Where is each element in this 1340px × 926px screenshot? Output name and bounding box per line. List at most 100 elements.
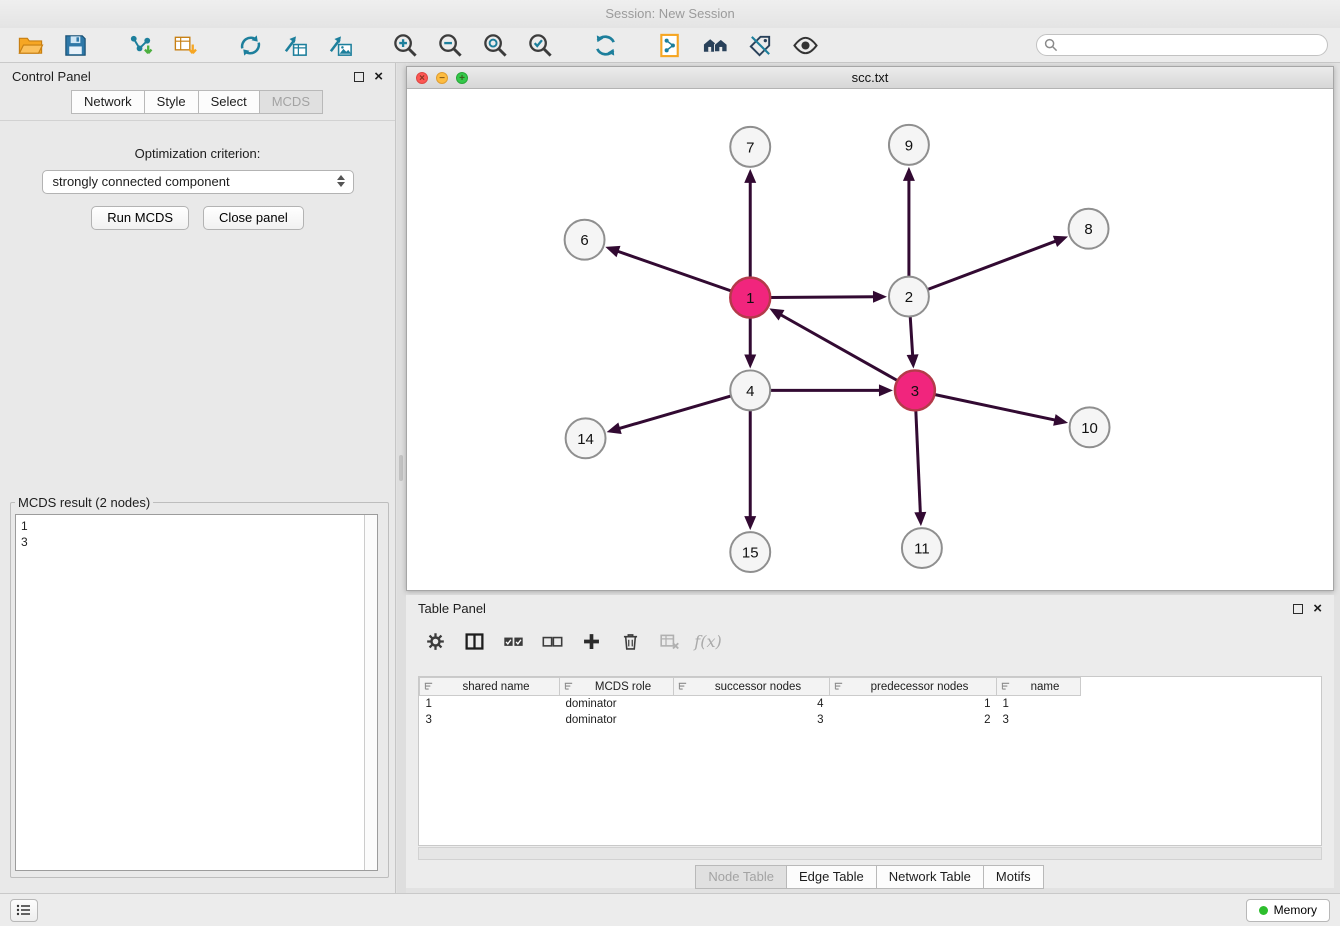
tab-node-table[interactable]: Node Table [695, 865, 787, 889]
graph-node-7[interactable]: 7 [730, 127, 770, 167]
window-controls [416, 72, 468, 84]
graph-node-14[interactable]: 14 [566, 418, 606, 458]
refresh-view-button[interactable] [587, 30, 623, 61]
export-image-button[interactable] [322, 30, 358, 61]
table-delete-icon [659, 631, 680, 652]
node-label: 6 [580, 232, 588, 249]
graph-node-4[interactable]: 4 [730, 370, 770, 410]
task-history-button[interactable] [10, 899, 38, 922]
table-cell[interactable]: 3 [420, 712, 560, 728]
import-table-button[interactable] [167, 30, 203, 61]
table-cell[interactable]: 1 [997, 696, 1081, 712]
tab-style[interactable]: Style [144, 90, 199, 114]
graph-edge-4-14[interactable] [618, 396, 731, 429]
search-input[interactable] [1036, 34, 1328, 56]
graph-node-11[interactable]: 11 [902, 528, 942, 568]
graph-edge-2-8[interactable] [928, 241, 1057, 290]
table-cell[interactable]: 1 [830, 696, 997, 712]
result-item[interactable]: 3 [21, 534, 359, 550]
graph-node-3[interactable]: 3 [895, 370, 935, 410]
tab-motifs[interactable]: Motifs [983, 865, 1044, 889]
table-row[interactable]: 3dominator323 [420, 712, 1081, 728]
import-network-button[interactable] [122, 30, 158, 61]
graph-node-10[interactable]: 10 [1070, 407, 1110, 447]
uncheck-all-icon [542, 631, 563, 652]
graph-edge-1-2[interactable] [770, 297, 875, 298]
close-window-button[interactable] [416, 72, 428, 84]
table-hscrollbar[interactable] [418, 847, 1322, 860]
main-toolbar [0, 28, 1340, 63]
show-hide-button[interactable] [787, 30, 823, 61]
minimize-window-button[interactable] [436, 72, 448, 84]
optimization-select-value: strongly connected component [53, 174, 230, 189]
column-options-icon [833, 681, 844, 692]
result-item[interactable]: 1 [21, 518, 359, 534]
graphics-details-button[interactable] [742, 30, 778, 61]
table-cell[interactable]: 3 [674, 712, 830, 728]
tab-edge-table[interactable]: Edge Table [786, 865, 877, 889]
graph-node-2[interactable]: 2 [889, 277, 929, 317]
graph-node-9[interactable]: 9 [889, 125, 929, 165]
tab-select[interactable]: Select [198, 90, 260, 114]
zoom-fit-button[interactable] [477, 30, 513, 61]
column-header-shared-name[interactable]: shared name [420, 678, 560, 696]
network-canvas[interactable]: 7 9 6 8 1 2 4 3 14 10 15 11 [407, 89, 1333, 590]
float-table-panel-icon[interactable] [1293, 604, 1303, 614]
table-cell[interactable]: 3 [997, 712, 1081, 728]
network-window-titlebar[interactable]: scc.txt [407, 67, 1333, 89]
zoom-out-button[interactable] [432, 30, 468, 61]
show-columns-button[interactable] [459, 627, 489, 655]
graph-node-6[interactable]: 6 [565, 220, 605, 260]
result-scrollbar[interactable] [364, 515, 377, 870]
column-header-name[interactable]: name [997, 678, 1081, 696]
tab-mcds[interactable]: MCDS [259, 90, 323, 114]
close-control-panel-icon[interactable] [374, 72, 383, 82]
add-row-button[interactable] [576, 627, 606, 655]
tab-network[interactable]: Network [71, 90, 145, 114]
tab-network-table[interactable]: Network Table [876, 865, 984, 889]
delete-row-button[interactable] [615, 627, 645, 655]
save-session-button[interactable] [57, 30, 93, 61]
table-settings-button[interactable] [420, 627, 450, 655]
control-panel-tabs: NetworkStyleSelectMCDS [0, 90, 395, 121]
graph-node-1[interactable]: 1 [730, 278, 770, 318]
panel-splitter[interactable] [397, 63, 406, 893]
graph-edge-3-10[interactable] [934, 394, 1056, 420]
graph-node-15[interactable]: 15 [730, 532, 770, 572]
table-row[interactable]: 1dominator411 [420, 696, 1081, 712]
graph-edge-3-1[interactable] [780, 314, 898, 380]
function-builder-button[interactable]: f(x) [693, 627, 723, 655]
table-cell[interactable]: 1 [420, 696, 560, 712]
export-table-button[interactable] [277, 30, 313, 61]
maximize-window-button[interactable] [456, 72, 468, 84]
column-header-MCDS-role[interactable]: MCDS role [560, 678, 674, 696]
zoom-in-button[interactable] [387, 30, 423, 61]
export-image-icon [327, 32, 354, 59]
table-cell[interactable]: 2 [830, 712, 997, 728]
column-label: name [1013, 681, 1077, 693]
run-mcds-button[interactable]: Run MCDS [91, 206, 189, 230]
table-cell[interactable]: dominator [560, 712, 674, 728]
apply-layout-button[interactable] [232, 30, 268, 61]
table-cell[interactable]: dominator [560, 696, 674, 712]
deselect-all-button[interactable] [537, 627, 567, 655]
memory-button[interactable]: Memory [1246, 899, 1330, 922]
select-all-button[interactable] [498, 627, 528, 655]
graph-node-8[interactable]: 8 [1069, 209, 1109, 249]
close-table-panel-icon[interactable] [1313, 604, 1322, 614]
close-panel-button[interactable]: Close panel [203, 206, 304, 230]
float-panel-icon[interactable] [354, 72, 364, 82]
graph-edge-1-6[interactable] [617, 251, 732, 291]
column-header-successor-nodes[interactable]: successor nodes [674, 678, 830, 696]
delete-table-button[interactable] [654, 627, 684, 655]
network-from-selection-button[interactable] [652, 30, 688, 61]
column-header-predecessor-nodes[interactable]: predecessor nodes [830, 678, 997, 696]
graph-edge-2-3[interactable] [910, 317, 912, 357]
open-session-button[interactable] [12, 30, 48, 61]
graph-edge-3-11[interactable] [916, 410, 921, 514]
zoom-selected-button[interactable] [522, 30, 558, 61]
first-neighbors-button[interactable] [697, 30, 733, 61]
optimization-select[interactable]: strongly connected component [42, 170, 354, 194]
window-title: Session: New Session [605, 6, 734, 21]
table-cell[interactable]: 4 [674, 696, 830, 712]
